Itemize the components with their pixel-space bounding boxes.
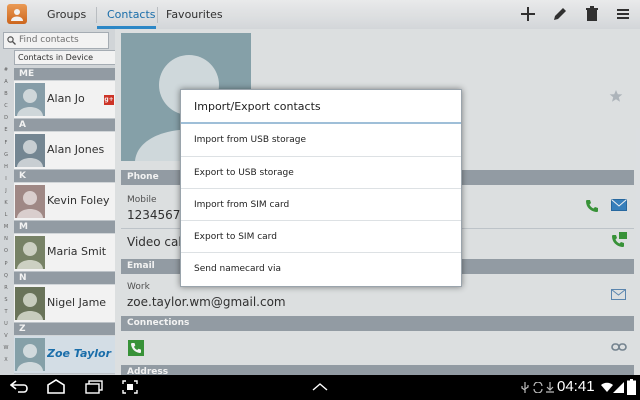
usb-icon [521,382,529,393]
wifi-icon [601,382,613,392]
back-icon[interactable] [10,380,30,394]
import-export-dialog: Import/Export contacts Import from USB s… [180,89,462,287]
sync-icon [533,382,543,393]
chevron-up-icon[interactable] [312,383,328,391]
system-nav-bar: 04:41 [0,375,640,400]
import-sim-option[interactable]: Import from SIM card [181,188,461,221]
export-usb-option[interactable]: Export to USB storage [181,156,461,189]
import-usb-option[interactable]: Import from USB storage [181,124,461,156]
dialog-title: Import/Export contacts [194,100,321,113]
export-sim-option[interactable]: Export to SIM card [181,220,461,253]
send-namecard-option[interactable]: Send namecard via [181,252,461,285]
recent-apps-icon[interactable] [84,380,104,394]
screenshot-icon[interactable] [122,380,138,394]
battery-icon [627,379,636,395]
home-icon[interactable] [46,379,66,395]
status-clock: 04:41 [557,378,595,395]
signal-icon [613,382,624,393]
download-icon [546,382,554,393]
